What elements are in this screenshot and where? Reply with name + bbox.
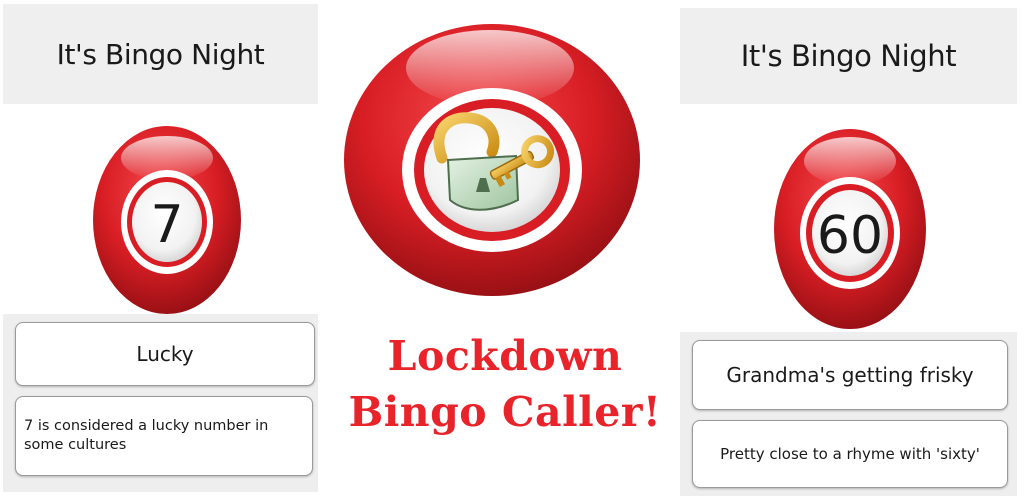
call-name: Lucky bbox=[136, 342, 194, 366]
call-name: Grandma's getting frisky bbox=[726, 363, 974, 387]
header-title: It's Bingo Night bbox=[56, 37, 265, 71]
call-description-card[interactable]: 7 is considered a lucky number in some c… bbox=[15, 396, 313, 476]
call-name-card[interactable]: Grandma's getting frisky bbox=[692, 340, 1008, 410]
call-name-card[interactable]: Lucky bbox=[15, 322, 315, 386]
call-description: 7 is considered a lucky number in some c… bbox=[24, 418, 269, 453]
call-description: Pretty close to a rhyme with 'sixty' bbox=[720, 445, 980, 463]
promo-bingo-ball bbox=[340, 18, 644, 302]
left-phone-screen: It's Bingo Night 7 Lucky 7 is considered… bbox=[3, 4, 318, 492]
ball-number: 7 bbox=[150, 195, 183, 255]
call-description-card[interactable]: Pretty close to a rhyme with 'sixty' bbox=[692, 420, 1008, 488]
app-title-line-2: Bingo Caller! bbox=[348, 388, 662, 436]
app-title-line-1: Lockdown bbox=[387, 332, 623, 380]
header-title: It's Bingo Night bbox=[740, 39, 957, 73]
app-title: Lockdown Bingo Caller! bbox=[340, 328, 670, 440]
right-phone-screen: It's Bingo Night 60 Grandma's getting fr… bbox=[680, 8, 1017, 496]
bingo-ball: 7 bbox=[88, 120, 246, 316]
app-header: It's Bingo Night bbox=[3, 4, 318, 104]
ball-number: 60 bbox=[817, 206, 883, 266]
bingo-ball: 60 bbox=[770, 121, 930, 333]
app-header: It's Bingo Night bbox=[680, 8, 1017, 104]
